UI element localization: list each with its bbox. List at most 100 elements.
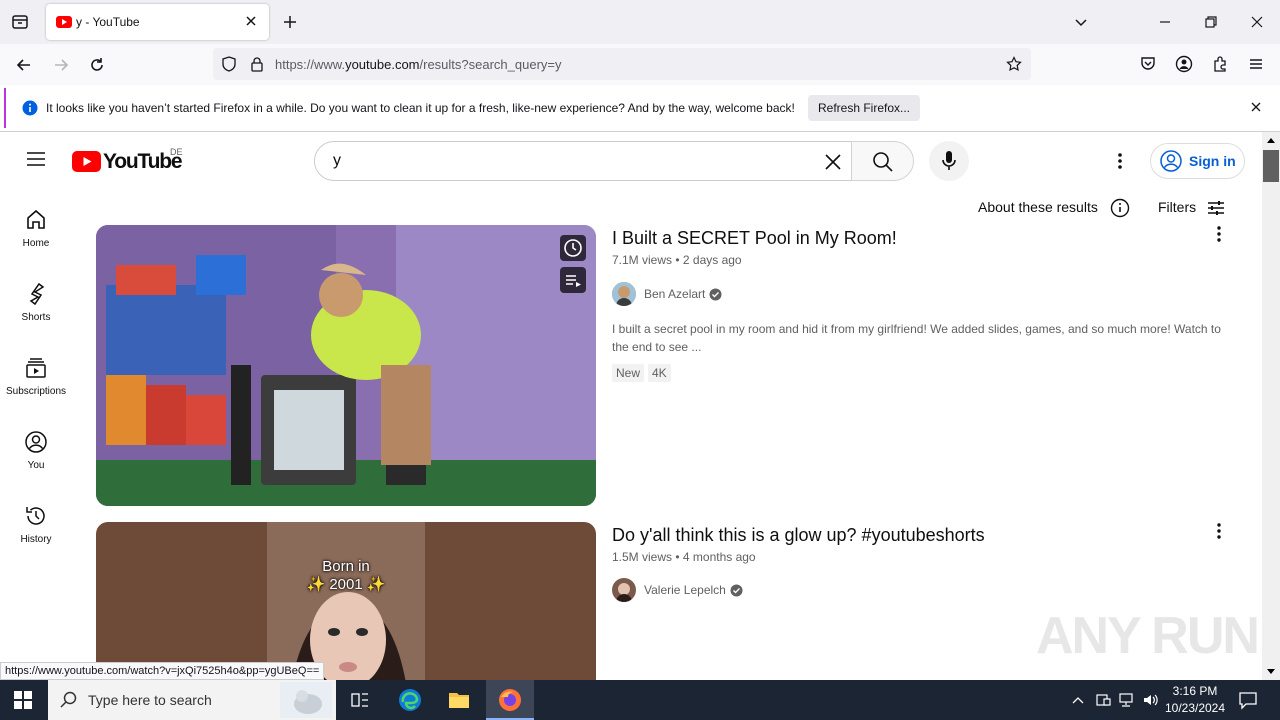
volume-icon[interactable] bbox=[1142, 692, 1160, 708]
forward-icon[interactable] bbox=[51, 55, 71, 75]
browser-tab[interactable]: y - YouTube bbox=[46, 4, 269, 40]
video-title[interactable]: I Built a SECRET Pool in My Room! bbox=[612, 228, 897, 249]
settings-kebab-icon[interactable] bbox=[1110, 151, 1130, 171]
youtube-logo[interactable]: YouTube DE bbox=[72, 147, 192, 175]
user-avatar-icon bbox=[1160, 150, 1182, 172]
tab-title: y - YouTube bbox=[76, 15, 140, 29]
list-all-tabs-icon[interactable] bbox=[1073, 14, 1089, 30]
home-icon bbox=[27, 209, 45, 229]
sidebar-item-history[interactable]: History bbox=[0, 504, 72, 545]
close-window-icon[interactable] bbox=[1249, 14, 1265, 30]
search-icon bbox=[872, 151, 894, 173]
clock-date: 10/23/2024 bbox=[1164, 701, 1226, 715]
file-explorer-icon[interactable] bbox=[447, 688, 471, 712]
pocket-icon[interactable] bbox=[1139, 55, 1157, 73]
guide-menu-icon[interactable] bbox=[26, 151, 46, 167]
4k-badge: 4K bbox=[648, 364, 671, 382]
lock-icon[interactable] bbox=[249, 56, 265, 72]
video-thumbnail[interactable] bbox=[96, 225, 596, 506]
page-scrollbar[interactable] bbox=[1262, 132, 1280, 680]
watch-later-icon[interactable] bbox=[560, 235, 586, 261]
channel-name: Ben Azelart bbox=[644, 287, 706, 301]
url-text[interactable]: https://www.youtube.com/results?search_q… bbox=[275, 57, 562, 72]
sidebar-item-shorts[interactable]: Shorts bbox=[0, 282, 72, 323]
close-tab-icon[interactable] bbox=[244, 14, 258, 28]
task-view-icon[interactable] bbox=[350, 690, 370, 710]
video-options-icon[interactable] bbox=[1209, 224, 1229, 244]
voice-search-button[interactable] bbox=[929, 141, 969, 181]
video-meta: 1.5M views • 4 months ago bbox=[612, 550, 756, 564]
filter-sliders-icon bbox=[1208, 201, 1224, 215]
extensions-icon[interactable] bbox=[1211, 55, 1229, 73]
search-input[interactable]: y bbox=[314, 141, 852, 181]
sidebar-label: You bbox=[27, 460, 45, 471]
search-icon bbox=[60, 691, 78, 709]
sidebar-item-subscriptions[interactable]: Subscriptions bbox=[0, 356, 72, 397]
back-icon[interactable] bbox=[14, 55, 34, 75]
microphone-icon bbox=[941, 150, 957, 172]
channel-name: Valerie Lepelch bbox=[644, 583, 726, 597]
filters-button[interactable]: Filters bbox=[1158, 199, 1224, 221]
notification-bar: It looks like you haven’t started Firefo… bbox=[4, 88, 1276, 128]
windows-taskbar: Type here to search 3:16 PM 10/23/2024 bbox=[0, 680, 1280, 720]
youtube-play-logo-icon bbox=[72, 151, 101, 172]
region-code: DE bbox=[170, 147, 183, 157]
search-query: y bbox=[333, 152, 341, 169]
system-clock[interactable]: 3:16 PM 10/23/2024 bbox=[1162, 683, 1228, 717]
show-hidden-icons-icon[interactable] bbox=[1071, 693, 1085, 707]
video-meta: 7.1M views • 2 days ago bbox=[612, 253, 742, 267]
clear-search-icon[interactable] bbox=[823, 152, 843, 172]
avatar[interactable] bbox=[612, 578, 636, 602]
edge-browser-icon[interactable] bbox=[398, 688, 422, 712]
new-tab-icon[interactable] bbox=[281, 13, 299, 31]
refresh-firefox-button[interactable]: Refresh Firefox... bbox=[808, 95, 920, 121]
sidebar-label: History bbox=[20, 534, 52, 545]
add-to-queue-icon[interactable] bbox=[560, 267, 586, 293]
avatar[interactable] bbox=[612, 282, 636, 306]
windows-start-icon[interactable] bbox=[14, 691, 32, 709]
history-icon bbox=[26, 507, 45, 525]
taskbar-search-box[interactable]: Type here to search bbox=[48, 680, 336, 720]
tab-list-icon[interactable] bbox=[10, 12, 30, 32]
minimize-icon[interactable] bbox=[1157, 14, 1173, 30]
network-device-icon[interactable] bbox=[1095, 692, 1111, 708]
bookmark-star-icon[interactable] bbox=[1006, 56, 1022, 72]
sidebar-label: Subscriptions bbox=[5, 386, 67, 397]
restore-icon[interactable] bbox=[1203, 14, 1219, 30]
watermark: ANY RUN bbox=[1036, 607, 1260, 665]
app-menu-icon[interactable] bbox=[1247, 55, 1265, 73]
scroll-down-arrow-icon[interactable] bbox=[1266, 668, 1276, 676]
you-icon bbox=[25, 431, 47, 453]
info-circle-icon bbox=[1110, 198, 1130, 218]
reload-icon[interactable] bbox=[87, 55, 107, 75]
video-options-icon[interactable] bbox=[1209, 521, 1229, 541]
video-title[interactable]: Do y'all think this is a glow up? #youtu… bbox=[612, 525, 985, 546]
scrollbar-thumb[interactable] bbox=[1263, 150, 1279, 182]
search-highlight-image bbox=[280, 682, 332, 718]
firefox-taskbar-button[interactable] bbox=[486, 680, 534, 720]
scroll-up-arrow-icon[interactable] bbox=[1266, 136, 1276, 144]
action-center-icon[interactable] bbox=[1238, 690, 1258, 710]
notification-message: It looks like you haven’t started Firefo… bbox=[46, 101, 795, 115]
about-results-button[interactable]: About these results bbox=[978, 198, 1130, 221]
tracking-protection-shield-icon[interactable] bbox=[221, 56, 237, 72]
sidebar-item-home[interactable]: Home bbox=[0, 208, 72, 249]
sidebar-label: Shorts bbox=[21, 312, 51, 323]
taskbar-search-placeholder: Type here to search bbox=[88, 692, 212, 708]
video-thumbnail[interactable]: Born in ✨ 2001 ✨ bbox=[96, 522, 596, 680]
close-notification-icon[interactable] bbox=[1250, 101, 1262, 113]
url-domain: youtube.com bbox=[345, 57, 420, 72]
search-button[interactable] bbox=[851, 141, 914, 181]
network-icon[interactable] bbox=[1118, 692, 1136, 708]
sign-in-button[interactable]: Sign in bbox=[1150, 143, 1245, 179]
sidebar-label: Home bbox=[22, 238, 50, 249]
video-description: I built a secret pool in my room and hid… bbox=[612, 322, 1221, 354]
sidebar-item-you[interactable]: You bbox=[0, 430, 72, 471]
subscriptions-icon bbox=[26, 358, 46, 378]
account-icon[interactable] bbox=[1175, 55, 1193, 73]
overlay-line-1: Born in bbox=[322, 558, 370, 575]
url-prefix: https://www. bbox=[275, 57, 346, 72]
new-badge: New bbox=[612, 364, 645, 382]
verified-badge-icon bbox=[730, 584, 743, 597]
address-bar[interactable]: https://www.youtube.com/results?search_q… bbox=[213, 48, 1031, 80]
